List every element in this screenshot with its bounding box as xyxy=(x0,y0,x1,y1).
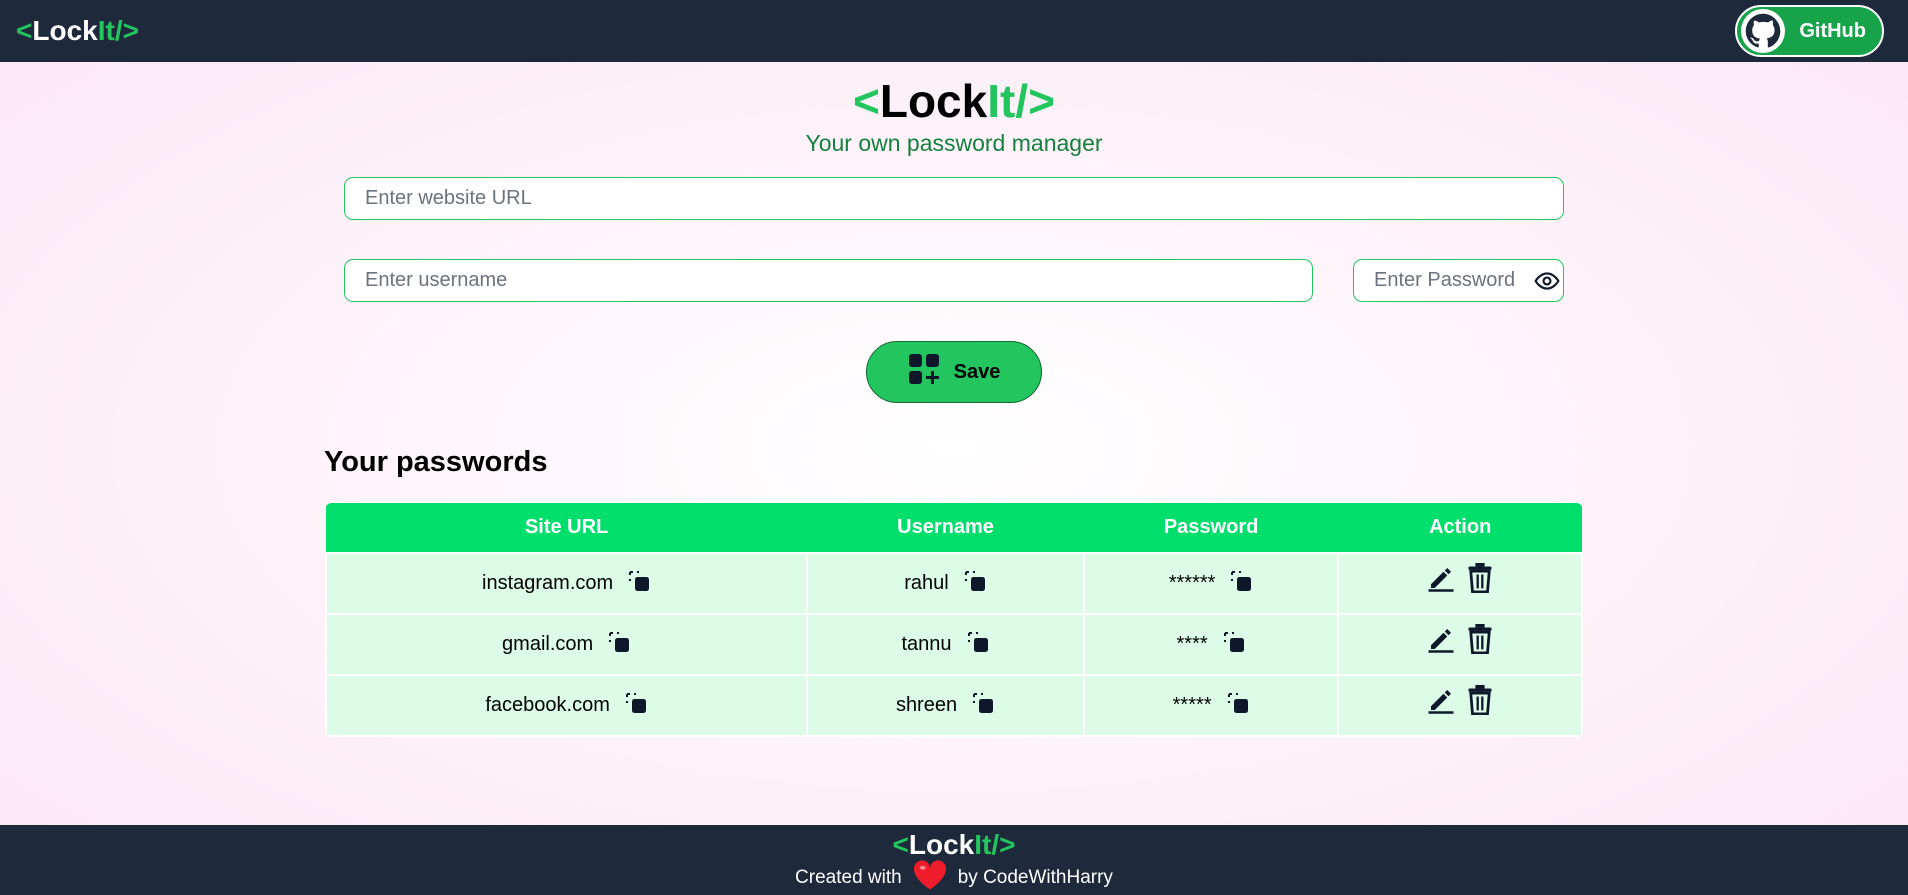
credit-line: Created with by CodeWithHarry xyxy=(0,859,1908,895)
copy-icon[interactable] xyxy=(971,691,995,721)
copy-icon[interactable] xyxy=(1226,691,1250,721)
copy-icon[interactable] xyxy=(607,630,631,660)
password-cell: ***** xyxy=(1082,674,1340,737)
username-cell: tannu xyxy=(806,613,1085,676)
logo-it: It xyxy=(97,15,115,46)
copy-icon[interactable] xyxy=(963,569,987,599)
logo-close: /> xyxy=(1015,75,1055,127)
add-grid-icon xyxy=(908,353,940,391)
site-url[interactable]: gmail.com xyxy=(502,633,593,656)
copy-icon[interactable] xyxy=(966,630,990,660)
website-url-input[interactable] xyxy=(344,177,1564,220)
edit-icon[interactable] xyxy=(1426,563,1456,599)
username-input[interactable] xyxy=(344,259,1313,302)
logo-lock: Lock xyxy=(32,15,98,46)
delete-icon[interactable] xyxy=(1466,684,1494,721)
hero: < Lock It /> Your own password manager xyxy=(0,74,1908,157)
logo-close: /> xyxy=(114,15,139,46)
delete-icon[interactable] xyxy=(1466,562,1494,599)
action-cell xyxy=(1337,674,1583,737)
copy-icon[interactable] xyxy=(1229,569,1253,599)
logo-open: < xyxy=(16,15,33,46)
site-url[interactable]: instagram.com xyxy=(482,572,613,595)
passwords-title: Your passwords xyxy=(324,446,548,478)
edit-icon[interactable] xyxy=(1426,685,1456,721)
site-cell: gmail.com xyxy=(325,613,809,676)
password-cell: **** xyxy=(1082,613,1340,676)
password-cell: ****** xyxy=(1082,552,1340,615)
table-header-row: Site URL Username Password Action xyxy=(326,503,1582,553)
password-value: **** xyxy=(1176,633,1208,655)
table-row: facebook.com shreen ***** xyxy=(325,674,1583,737)
delete-icon[interactable] xyxy=(1466,623,1494,660)
edit-icon[interactable] xyxy=(1426,624,1456,660)
navbar-logo[interactable]: < Lock It /> xyxy=(16,15,139,47)
save-button[interactable]: Save xyxy=(866,341,1042,403)
created-with-text: Created with xyxy=(795,867,902,888)
logo-it: It xyxy=(974,829,992,860)
username-value: shreen xyxy=(895,694,958,716)
logo-open: < xyxy=(852,75,880,127)
copy-icon[interactable] xyxy=(627,569,651,599)
passwords-table: Site URL Username Password Action instag… xyxy=(325,503,1583,737)
eye-icon[interactable] xyxy=(1534,268,1560,294)
password-input[interactable] xyxy=(1353,259,1564,302)
username-value: tannu xyxy=(901,633,952,655)
tagline: Your own password manager xyxy=(805,130,1103,156)
copy-icon[interactable] xyxy=(624,691,648,721)
logo-open: < xyxy=(892,829,909,860)
logo-it: It xyxy=(987,75,1016,127)
column-header: Action xyxy=(1429,516,1492,538)
navbar: < Lock It /> GitHub xyxy=(0,0,1908,62)
save-label: Save xyxy=(953,360,1001,383)
action-cell xyxy=(1337,613,1583,676)
github-button[interactable]: GitHub xyxy=(1735,5,1884,57)
column-header: Username xyxy=(897,516,994,538)
action-cell xyxy=(1337,552,1583,615)
column-header: Password xyxy=(1163,516,1259,538)
github-icon xyxy=(1741,9,1786,53)
footer-logo: < Lock It /> xyxy=(0,825,1908,861)
footer: < Lock It /> Created with by CodeWithHar… xyxy=(0,825,1908,895)
logo-lock: Lock xyxy=(908,829,975,860)
column-header: Site URL xyxy=(524,516,609,538)
hero-logo: < Lock It /> xyxy=(0,74,1908,128)
logo-lock: Lock xyxy=(879,75,988,127)
site-cell: facebook.com xyxy=(325,674,809,737)
username-value: rahul xyxy=(904,572,949,594)
table-row: instagram.com rahul ****** xyxy=(325,552,1583,615)
by-author-text: by CodeWithHarry xyxy=(957,867,1113,888)
table-row: gmail.com tannu **** xyxy=(325,613,1583,676)
password-value: ****** xyxy=(1168,572,1216,594)
site-cell: instagram.com xyxy=(325,552,809,615)
heart-icon xyxy=(912,859,948,895)
username-cell: shreen xyxy=(806,674,1085,737)
password-value: ***** xyxy=(1172,694,1212,716)
username-cell: rahul xyxy=(806,552,1085,615)
logo-close: /> xyxy=(991,829,1016,860)
site-url[interactable]: facebook.com xyxy=(485,694,610,717)
github-label: GitHub xyxy=(1799,19,1866,42)
copy-icon[interactable] xyxy=(1222,630,1246,660)
